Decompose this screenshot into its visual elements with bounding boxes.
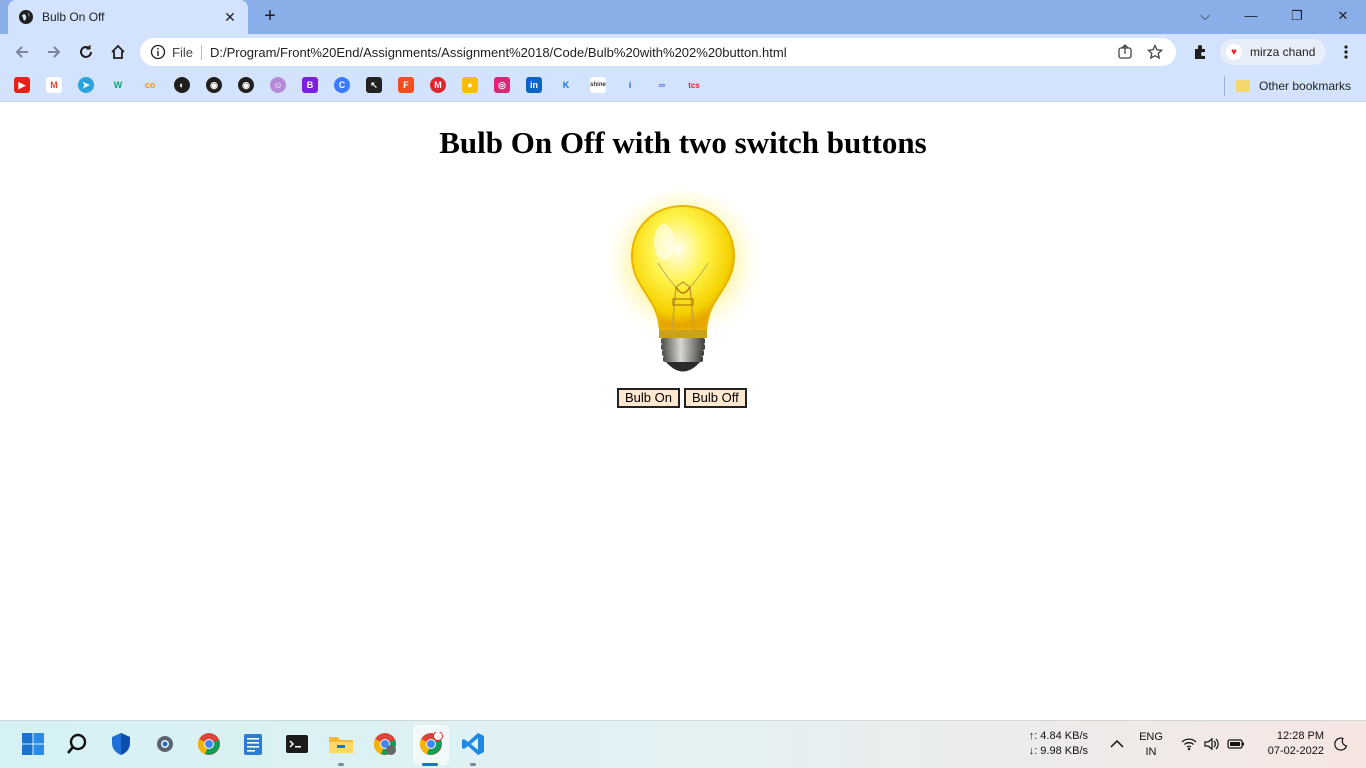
gmail-icon[interactable]: M (46, 77, 62, 93)
profile-avatar-icon: ♥ (1226, 44, 1242, 60)
file-explorer-icon[interactable] (328, 731, 354, 757)
close-window-icon[interactable]: ✕ (1327, 4, 1359, 28)
telegram-icon[interactable]: ➤ (78, 77, 94, 93)
windows-start-icon[interactable] (20, 731, 46, 757)
bulb-off-button[interactable]: Bulb Off (683, 388, 747, 408)
coursera-icon[interactable]: co (142, 77, 158, 93)
shine-icon[interactable]: shine (590, 77, 606, 93)
profile-button[interactable]: ♥ mirza chand (1220, 39, 1326, 65)
info-bookmark-icon[interactable]: i (622, 77, 638, 93)
address-bar[interactable]: File D:/Program/Front%20End/Assignments/… (140, 38, 1176, 66)
url-text[interactable]: D:/Program/Front%20End/Assignments/Assig… (210, 45, 1116, 60)
volume-icon[interactable] (1203, 735, 1221, 753)
codepen-icon[interactable]: C (334, 77, 350, 93)
tab-strip: Bulb On Off ✕ + ⌵ — ❐ ✕ (0, 0, 1366, 34)
globe-icon (19, 10, 33, 24)
chrome-profile-icon[interactable] (372, 731, 398, 757)
info-icon[interactable] (150, 44, 166, 60)
youtube-icon[interactable]: ▶ (14, 77, 30, 93)
share-icon[interactable] (1116, 43, 1134, 61)
github-icon[interactable]: ◉ (238, 77, 254, 93)
tcs-icon[interactable]: tcs (686, 77, 702, 93)
reload-icon[interactable] (74, 40, 98, 64)
bootstrap-icon[interactable]: B (302, 77, 318, 93)
chevron-up-icon[interactable] (1108, 735, 1126, 753)
forward-icon[interactable] (42, 40, 66, 64)
url-scheme-label: File (172, 44, 202, 60)
new-tab-button[interactable]: + (258, 6, 282, 28)
active-indicator (422, 763, 438, 766)
download-speed: ↓: 9.98 KB/s (1028, 745, 1088, 757)
bulb-on-button[interactable]: Bulb On (617, 388, 680, 408)
w3schools-icon[interactable]: W (110, 77, 126, 93)
minimize-icon[interactable]: — (1235, 4, 1267, 28)
close-tab-icon[interactable]: ✕ (222, 9, 238, 26)
clock-time: 12:28 PM (1276, 730, 1324, 742)
search-icon[interactable] (64, 731, 90, 757)
language-indicator[interactable]: ENG IN (1136, 730, 1166, 760)
network-speed: ↑: 4.84 KB/s ↓: 9.98 KB/s (1024, 729, 1088, 759)
mega-icon[interactable]: M (430, 77, 446, 93)
browser-toolbar: File D:/Program/Front%20End/Assignments/… (0, 34, 1366, 70)
keep-icon[interactable]: ● (462, 77, 478, 93)
back-icon[interactable] (10, 40, 34, 64)
page-title: Bulb On Off with two switch buttons (439, 125, 927, 160)
language-primary: ENG (1139, 731, 1163, 743)
chrome-icon[interactable] (196, 731, 222, 757)
web-icon[interactable]: ◐ (174, 77, 190, 93)
settings-icon[interactable] (152, 731, 178, 757)
taskbar: ↑: 4.84 KB/s ↓: 9.98 KB/s ENG IN 12:28 P… (0, 720, 1366, 768)
home-icon[interactable] (106, 40, 130, 64)
other-bookmarks-label: Other bookmarks (1259, 79, 1352, 93)
battery-icon[interactable] (1227, 735, 1245, 753)
extensions-icon[interactable] (1188, 40, 1212, 64)
vscode-icon[interactable] (460, 731, 486, 757)
profile-name: mirza chand (1250, 45, 1316, 59)
other-bookmarks-button[interactable]: Other bookmarks (1236, 76, 1351, 96)
tab-search-icon[interactable]: ⌵ (1189, 4, 1221, 28)
figma-icon[interactable]: F (398, 77, 414, 93)
link-icon[interactable]: ∞ (654, 77, 670, 93)
system-clock[interactable]: 12:28 PM 07-02-2022 (1252, 729, 1324, 759)
instagram-icon[interactable]: ◎ (494, 77, 510, 93)
language-secondary: IN (1145, 746, 1157, 758)
folder-icon (1236, 80, 1250, 92)
notepad-icon[interactable] (240, 731, 266, 757)
tab-title: Bulb On Off (42, 10, 105, 24)
focus-assist-icon[interactable] (1332, 735, 1350, 753)
bookmarks-bar: ▶ M ➤ W co ◐ ◉ ◉ ☺ B C ↖ F M ● ◎ in K sh… (0, 70, 1366, 102)
clock-date: 07-02-2022 (1267, 745, 1324, 757)
terminal-icon[interactable] (284, 731, 310, 757)
linkedin-icon[interactable]: in (526, 77, 542, 93)
github-icon[interactable]: ◉ (206, 77, 222, 93)
bookmark-star-icon[interactable] (1146, 43, 1164, 61)
kotlin-icon[interactable]: K (558, 77, 574, 93)
restore-icon[interactable]: ❐ (1281, 4, 1313, 28)
bookmarks-divider (1224, 76, 1225, 96)
switch-buttons: Bulb On Bulb Off (617, 388, 747, 408)
chrome-active-icon[interactable] (418, 731, 444, 757)
running-indicator (470, 763, 476, 766)
wifi-icon[interactable] (1180, 735, 1198, 753)
cursor-icon[interactable]: ↖ (366, 77, 382, 93)
menu-icon[interactable] (1334, 40, 1358, 64)
defender-icon[interactable] (108, 731, 134, 757)
running-indicator (338, 763, 344, 766)
upload-speed: ↑: 4.84 KB/s (1028, 730, 1088, 742)
browser-tab[interactable]: Bulb On Off ✕ (8, 0, 248, 34)
bulb-on-image (599, 191, 767, 372)
page-content: Bulb On Off with two switch buttons Bulb… (0, 103, 1366, 720)
avatar-icon[interactable]: ☺ (270, 77, 286, 93)
